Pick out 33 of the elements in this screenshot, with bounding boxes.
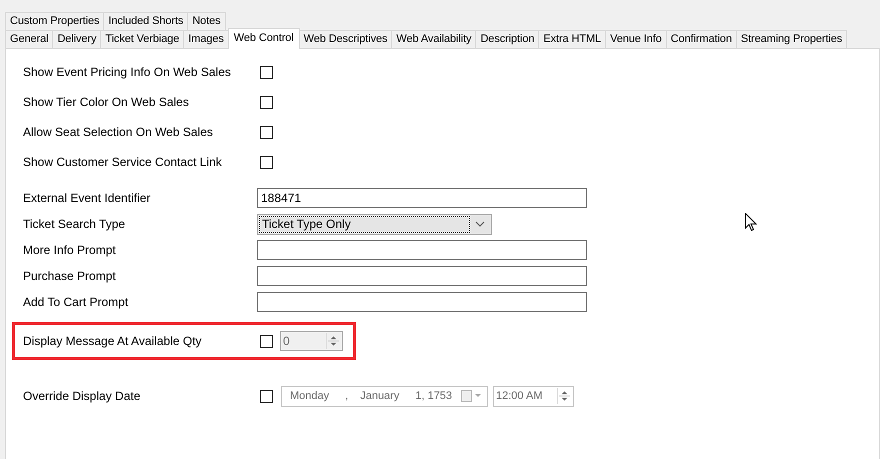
- text-field[interactable]: 188471: [257, 188, 587, 208]
- field-label: Ticket Search Type: [23, 216, 126, 233]
- tab[interactable]: Streaming Properties: [736, 30, 848, 48]
- field-label: Show Event Pricing Info On Web Sales: [23, 64, 232, 81]
- checkbox[interactable]: [260, 126, 273, 138]
- checkbox[interactable]: [260, 66, 273, 78]
- field-label: Purchase Prompt: [23, 268, 117, 285]
- spinner-arrows-icon[interactable]: [557, 388, 571, 404]
- field-label: More Info Prompt: [23, 242, 117, 259]
- field-label: Display Message At Available Qty: [23, 333, 203, 350]
- mouse-pointer-icon: [745, 213, 757, 232]
- spinner-value: 0: [282, 333, 290, 350]
- date-part: ,: [345, 388, 348, 404]
- tab[interactable]: Web Control: [228, 28, 300, 49]
- dropdown[interactable]: Ticket Type Only: [257, 214, 492, 234]
- field-label: Allow Seat Selection On Web Sales: [23, 124, 214, 141]
- time-value: 12:00 AM: [496, 388, 542, 404]
- date-part: 1, 1753: [415, 388, 452, 404]
- date-part: Monday: [290, 388, 330, 404]
- field-label: External Event Identifier: [23, 190, 152, 207]
- text-field[interactable]: [257, 240, 587, 260]
- field-label: Override Display Date: [23, 388, 142, 405]
- field-label: Show Customer Service Contact Link: [23, 154, 223, 171]
- tab[interactable]: Custom Properties: [5, 12, 104, 30]
- text-field[interactable]: [257, 292, 587, 312]
- tab[interactable]: Notes: [187, 12, 226, 30]
- text-field[interactable]: [257, 266, 587, 286]
- checkbox[interactable]: [260, 156, 273, 168]
- checkbox[interactable]: [260, 96, 273, 108]
- tab[interactable]: General: [5, 30, 54, 48]
- field-label: Add To Cart Prompt: [23, 294, 130, 311]
- field-label: Show Tier Color On Web Sales: [23, 94, 190, 111]
- date-part: January: [360, 388, 400, 404]
